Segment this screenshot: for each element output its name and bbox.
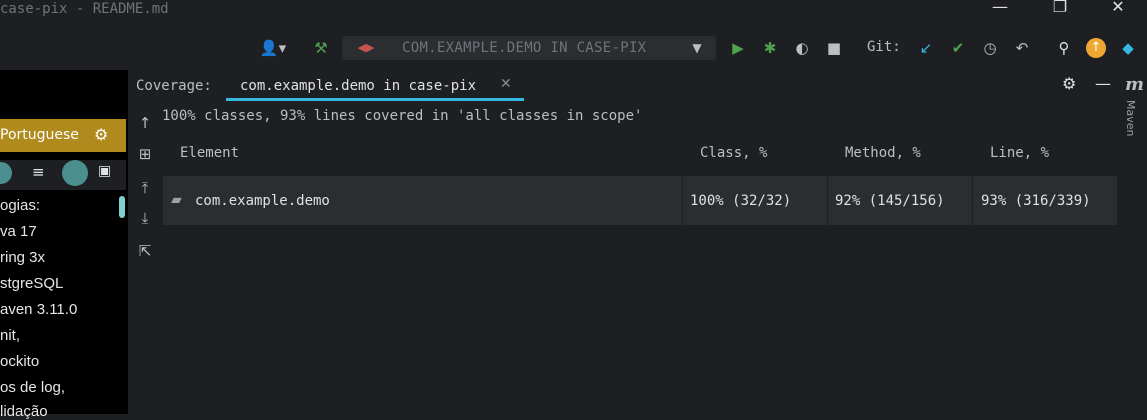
maven-tab[interactable]: Maven xyxy=(1124,100,1137,136)
ai-assistant-icon[interactable]: ◆ xyxy=(1118,38,1138,58)
gear-icon[interactable]: ⚙ xyxy=(94,125,108,144)
run-config-icon: ◀▶ xyxy=(357,41,375,54)
language-label: Portuguese xyxy=(0,127,79,143)
preview-line: ogias: xyxy=(0,197,41,214)
column-divider xyxy=(682,176,683,225)
preview-line: nit, xyxy=(0,327,21,344)
hide-panel-icon[interactable]: — xyxy=(1095,74,1111,93)
row-method-coverage: 92% (145/156) xyxy=(835,193,945,209)
window-title: case-pix - README.md xyxy=(0,1,169,17)
scrollbar-thumb[interactable] xyxy=(119,196,125,218)
coverage-run-icon[interactable]: ◐ xyxy=(792,38,812,58)
tab-coverage-suite[interactable]: com.example.demo in case-pix xyxy=(240,78,476,94)
git-rollback-icon[interactable]: ↶ xyxy=(1012,38,1032,58)
split-mode-icon[interactable] xyxy=(62,160,88,186)
search-icon[interactable]: ⚲ xyxy=(1054,38,1074,58)
preview-line: stgreSQL xyxy=(0,275,64,292)
maven-icon[interactable]: m xyxy=(1125,74,1144,95)
git-commit-check-icon[interactable]: ✔ xyxy=(948,38,968,58)
run-config-label: COM.EXAMPLE.DEMO IN CASE-PIX xyxy=(402,40,647,56)
run-icon[interactable]: ▶ xyxy=(728,38,748,58)
column-divider xyxy=(827,176,828,225)
text-mode-icon[interactable]: ≡ xyxy=(32,163,45,181)
close-window-button[interactable]: ✕ xyxy=(1095,0,1141,16)
stop-icon[interactable]: ■ xyxy=(824,38,844,58)
column-divider xyxy=(972,176,973,225)
settings-gear-icon[interactable]: ⚙ xyxy=(1062,74,1076,93)
title-bar xyxy=(0,0,1147,30)
git-label: Git: xyxy=(867,39,901,55)
export-down-icon[interactable]: ⤓ xyxy=(135,208,155,228)
generate-report-icon[interactable]: ⇱ xyxy=(135,241,155,261)
preview-line: ring 3x xyxy=(0,249,46,266)
preview-line: ockito xyxy=(0,353,40,370)
coverage-header-label: Coverage: xyxy=(136,78,212,94)
preview-line: aven 3.11.0 xyxy=(0,301,78,318)
user-profile-icon[interactable]: 👤▾ xyxy=(256,38,290,58)
git-history-clock-icon[interactable]: ◷ xyxy=(980,38,1000,58)
build-hammer-icon[interactable]: ⚒ xyxy=(310,38,332,58)
package-folder-icon: ▰ xyxy=(171,192,182,208)
preview-line: lidação xyxy=(0,403,48,420)
ide-update-icon[interactable]: ↑ xyxy=(1086,38,1106,58)
coverage-summary: 100% classes, 93% lines covered in 'all … xyxy=(162,108,643,124)
restore-button[interactable]: ❐ xyxy=(1037,0,1083,16)
active-tab-indicator xyxy=(226,98,524,101)
preview-line: os de log, xyxy=(0,379,66,396)
flatten-packages-icon[interactable]: ⊞ xyxy=(135,144,155,164)
column-header-method[interactable]: Method, % xyxy=(845,145,921,161)
row-class-coverage: 100% (32/32) xyxy=(690,193,792,209)
git-update-icon[interactable]: ↙ xyxy=(916,38,936,58)
minimize-button[interactable]: — xyxy=(977,0,1023,16)
chevron-down-icon[interactable]: ▼ xyxy=(688,38,706,58)
column-header-class[interactable]: Class, % xyxy=(700,145,767,161)
preview-mode-icon[interactable]: ▣ xyxy=(98,163,111,179)
column-header-element[interactable]: Element xyxy=(180,145,239,161)
preview-line: va 17 xyxy=(0,223,37,240)
export-up-icon[interactable]: ⤒ xyxy=(135,178,155,198)
debug-bug-icon[interactable]: ✱ xyxy=(760,38,780,58)
column-header-line[interactable]: Line, % xyxy=(990,145,1049,161)
row-line-coverage: 93% (316/339) xyxy=(981,193,1091,209)
close-tab-icon[interactable]: ✕ xyxy=(500,76,512,92)
row-element: com.example.demo xyxy=(195,193,330,209)
arrow-up-icon[interactable]: ↑ xyxy=(135,113,155,133)
